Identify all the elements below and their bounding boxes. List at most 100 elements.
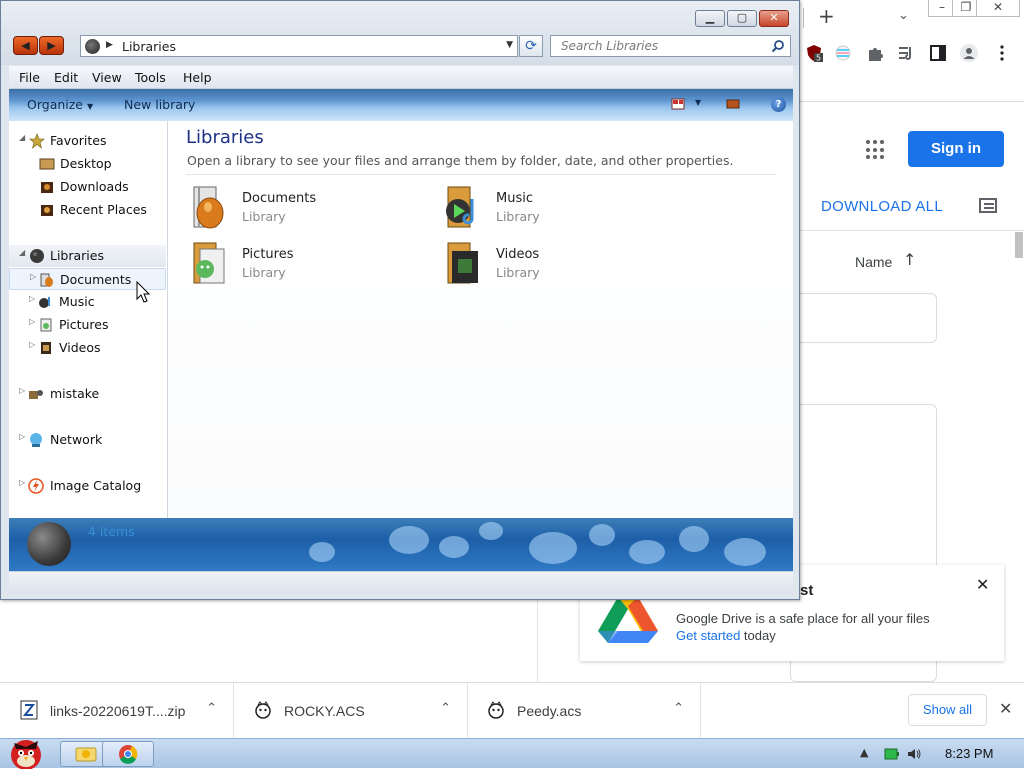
- nav-label: Videos: [59, 340, 101, 355]
- address-dropdown-icon[interactable]: ▼: [506, 40, 513, 50]
- new-tab-button[interactable]: +: [818, 6, 835, 26]
- nav-libraries[interactable]: ◢ Libraries: [9, 245, 166, 267]
- download-item[interactable]: links-20220619T....zip ⌃: [2, 683, 234, 739]
- nav-pictures[interactable]: ▷ Pictures: [9, 314, 166, 336]
- library-music[interactable]: Music Library: [442, 185, 682, 235]
- menu-edit[interactable]: Edit: [54, 70, 78, 85]
- start-button[interactable]: [2, 733, 50, 769]
- side-panel-icon[interactable]: [929, 44, 947, 62]
- organize-button[interactable]: Organize ▼: [27, 97, 93, 112]
- address-bar[interactable]: ▶ Libraries ▼: [80, 35, 518, 57]
- decorative-bokeh: [724, 538, 766, 566]
- library-name: Pictures: [242, 247, 294, 262]
- nav-recent-places[interactable]: Recent Places: [9, 199, 166, 221]
- list-view-icon[interactable]: [979, 198, 997, 213]
- name-column-header[interactable]: Name: [855, 254, 892, 270]
- maximize-button[interactable]: ▢: [727, 10, 757, 27]
- nav-videos[interactable]: ▷ Videos: [9, 337, 166, 359]
- download-item[interactable]: ROCKY.ACS ⌃: [236, 683, 468, 739]
- search-input[interactable]: Search Libraries: [550, 35, 791, 57]
- sign-in-button[interactable]: Sign in: [908, 131, 1004, 167]
- volume-icon[interactable]: [906, 746, 922, 762]
- library-documents[interactable]: Documents Library: [188, 185, 428, 235]
- library-name: Videos: [496, 247, 540, 262]
- chevron-up-icon[interactable]: ⌃: [440, 701, 451, 716]
- content-pane: Libraries Open a library to see your fil…: [168, 121, 793, 518]
- explorer-window: ▁ ▢ ✕ ◀ ▶ ▶ Libraries ▼ ⟳ Search Librari…: [0, 0, 800, 600]
- media-queue-icon[interactable]: [897, 44, 915, 62]
- ublock-icon[interactable]: 5: [805, 44, 823, 62]
- library-pictures[interactable]: Pictures Library: [188, 241, 428, 291]
- close-icon[interactable]: ✕: [999, 699, 1012, 718]
- sort-ascending-icon[interactable]: ↑: [903, 250, 916, 269]
- minimize-button[interactable]: ▁: [695, 10, 725, 27]
- toast-suffix: today: [740, 628, 776, 643]
- refresh-button[interactable]: ⟳: [519, 35, 543, 57]
- libraries-large-icon: [27, 522, 71, 566]
- extension-flag-icon[interactable]: [834, 44, 852, 62]
- extensions-puzzle-icon[interactable]: [866, 44, 884, 62]
- clock[interactable]: 8:23 PM: [945, 746, 993, 761]
- google-apps-icon[interactable]: [866, 140, 886, 160]
- expand-arrow-icon[interactable]: ▷: [29, 294, 35, 303]
- navigation-pane: ◢ Favorites Desktop Downloads Recent Pla…: [9, 121, 168, 518]
- get-started-link[interactable]: Get started: [676, 628, 740, 643]
- music-icon: [39, 297, 50, 308]
- mouse-cursor-icon: [136, 281, 151, 303]
- tab-search-icon[interactable]: ⌄: [898, 8, 909, 23]
- downloads-icon: [41, 182, 53, 193]
- library-videos[interactable]: Videos Library: [442, 241, 682, 291]
- download-all-button[interactable]: DOWNLOAD ALL: [821, 198, 943, 215]
- back-button[interactable]: ◀: [13, 36, 38, 55]
- search-icon[interactable]: [771, 39, 785, 53]
- chevron-up-icon[interactable]: ⌃: [206, 701, 217, 716]
- file-card[interactable]: [790, 293, 937, 343]
- nav-mistake[interactable]: ▷ mistake: [9, 383, 166, 405]
- menu-file[interactable]: File: [19, 70, 40, 85]
- breadcrumb[interactable]: Libraries: [122, 39, 176, 54]
- nav-network[interactable]: ▷ Network: [9, 429, 166, 451]
- breadcrumb-arrow-icon[interactable]: ▶: [106, 40, 113, 50]
- more-menu-icon[interactable]: [993, 44, 1011, 62]
- menu-help[interactable]: Help: [183, 70, 212, 85]
- expand-arrow-icon[interactable]: ▷: [19, 432, 25, 441]
- expand-arrow-icon[interactable]: ▷: [19, 386, 25, 395]
- expand-arrow-icon[interactable]: ▷: [29, 317, 35, 326]
- expand-arrow-icon[interactable]: ▷: [30, 272, 36, 281]
- preview-pane-icon[interactable]: [726, 98, 740, 110]
- show-all-button[interactable]: Show all: [908, 694, 987, 726]
- battery-icon[interactable]: [884, 747, 900, 761]
- details-pane: 4 items: [9, 518, 793, 571]
- close-button[interactable]: ✕: [759, 10, 789, 27]
- nav-label: Recent Places: [60, 202, 147, 217]
- close-button[interactable]: ✕: [976, 0, 1020, 17]
- homegroup-icon: [29, 390, 43, 399]
- toast-cta: Get started today: [676, 628, 776, 643]
- view-dropdown-icon[interactable]: ▼: [695, 98, 701, 107]
- show-hidden-icons[interactable]: ▲: [860, 746, 868, 759]
- help-icon[interactable]: ?: [771, 97, 786, 112]
- expand-arrow-icon[interactable]: ▷: [29, 340, 35, 349]
- chevron-up-icon[interactable]: ⌃: [673, 701, 684, 716]
- forward-button[interactable]: ▶: [39, 36, 64, 55]
- nav-image-catalog[interactable]: ▷ Image Catalog: [9, 475, 166, 497]
- scrollbar[interactable]: [1015, 232, 1023, 258]
- collapse-arrow-icon[interactable]: ◢: [19, 133, 25, 142]
- new-library-button[interactable]: New library: [124, 97, 195, 112]
- taskbar: ▲ 8:23 PM: [0, 738, 1024, 769]
- taskbar-chrome-button[interactable]: [102, 741, 154, 767]
- videos-icon: [41, 342, 51, 354]
- toast-close-icon[interactable]: ✕: [976, 575, 989, 594]
- change-view-icon[interactable]: [671, 98, 685, 110]
- collapse-arrow-icon[interactable]: ◢: [19, 248, 25, 257]
- expand-arrow-icon[interactable]: ▷: [19, 478, 25, 487]
- menu-view[interactable]: View: [92, 70, 122, 85]
- nav-desktop[interactable]: Desktop: [9, 153, 166, 175]
- profile-avatar-icon[interactable]: [960, 44, 978, 62]
- menu-tools[interactable]: Tools: [135, 70, 166, 85]
- download-item[interactable]: Peedy.acs ⌃: [469, 683, 701, 739]
- decorative-bokeh: [629, 540, 665, 564]
- nav-label: Image Catalog: [50, 478, 142, 493]
- nav-favorites[interactable]: ◢ Favorites: [9, 130, 166, 152]
- nav-downloads[interactable]: Downloads: [9, 176, 166, 198]
